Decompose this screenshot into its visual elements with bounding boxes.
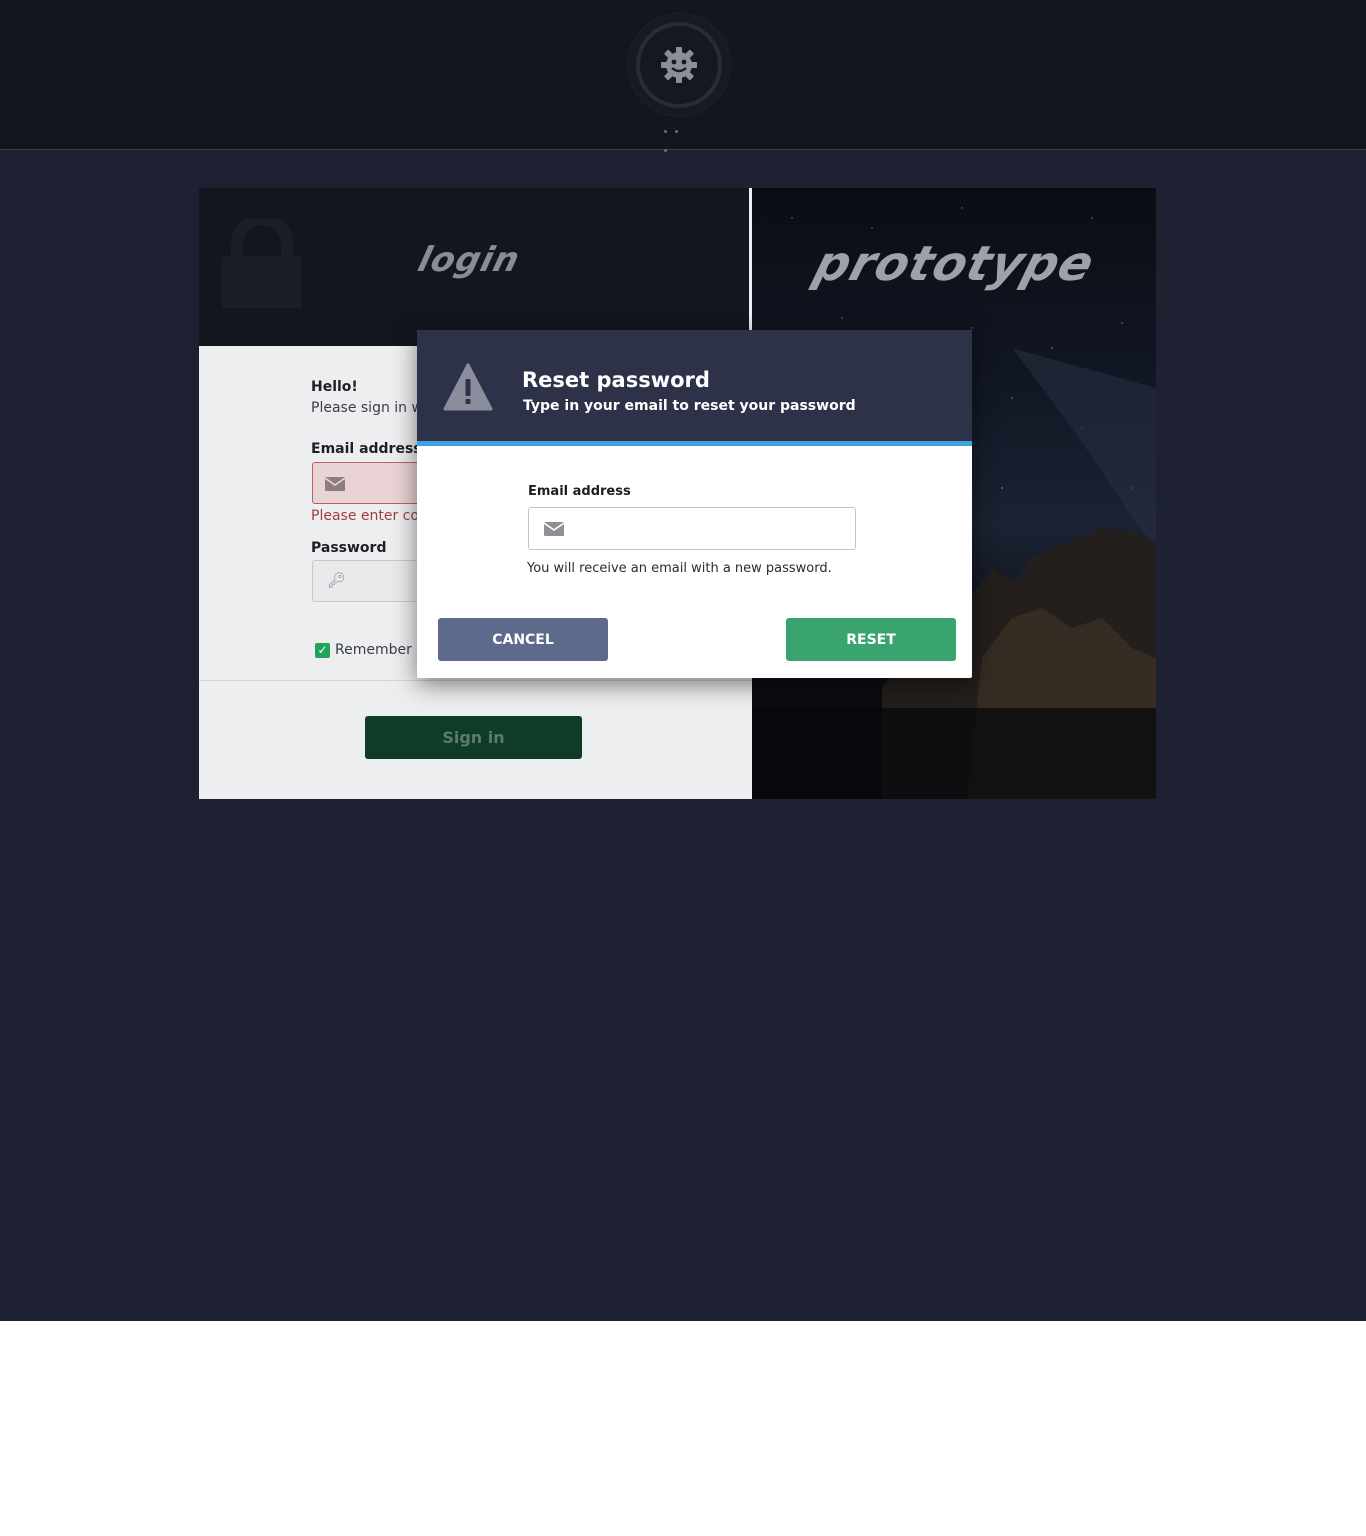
dialog-header: Reset password Type in your email to res… (417, 330, 972, 441)
cancel-button[interactable]: CANCEL (438, 618, 608, 661)
reset-button[interactable]: RESET (786, 618, 956, 661)
reset-email-field[interactable] (528, 507, 856, 550)
dialog-subtitle: Type in your email to reset your passwor… (523, 398, 856, 414)
envelope-icon (544, 522, 564, 536)
warning-triangle-icon (443, 363, 493, 411)
page: login Hello! Please sign in wit Email ad… (0, 0, 1366, 1321)
reset-email-label: Email address (528, 484, 631, 499)
accent-bar (417, 441, 972, 446)
reset-note: You will receive an email with a new pas… (527, 561, 832, 576)
reset-password-dialog: Reset password Type in your email to res… (417, 330, 972, 678)
reset-email-input[interactable] (573, 510, 848, 547)
dialog-title: Reset password (522, 368, 710, 392)
